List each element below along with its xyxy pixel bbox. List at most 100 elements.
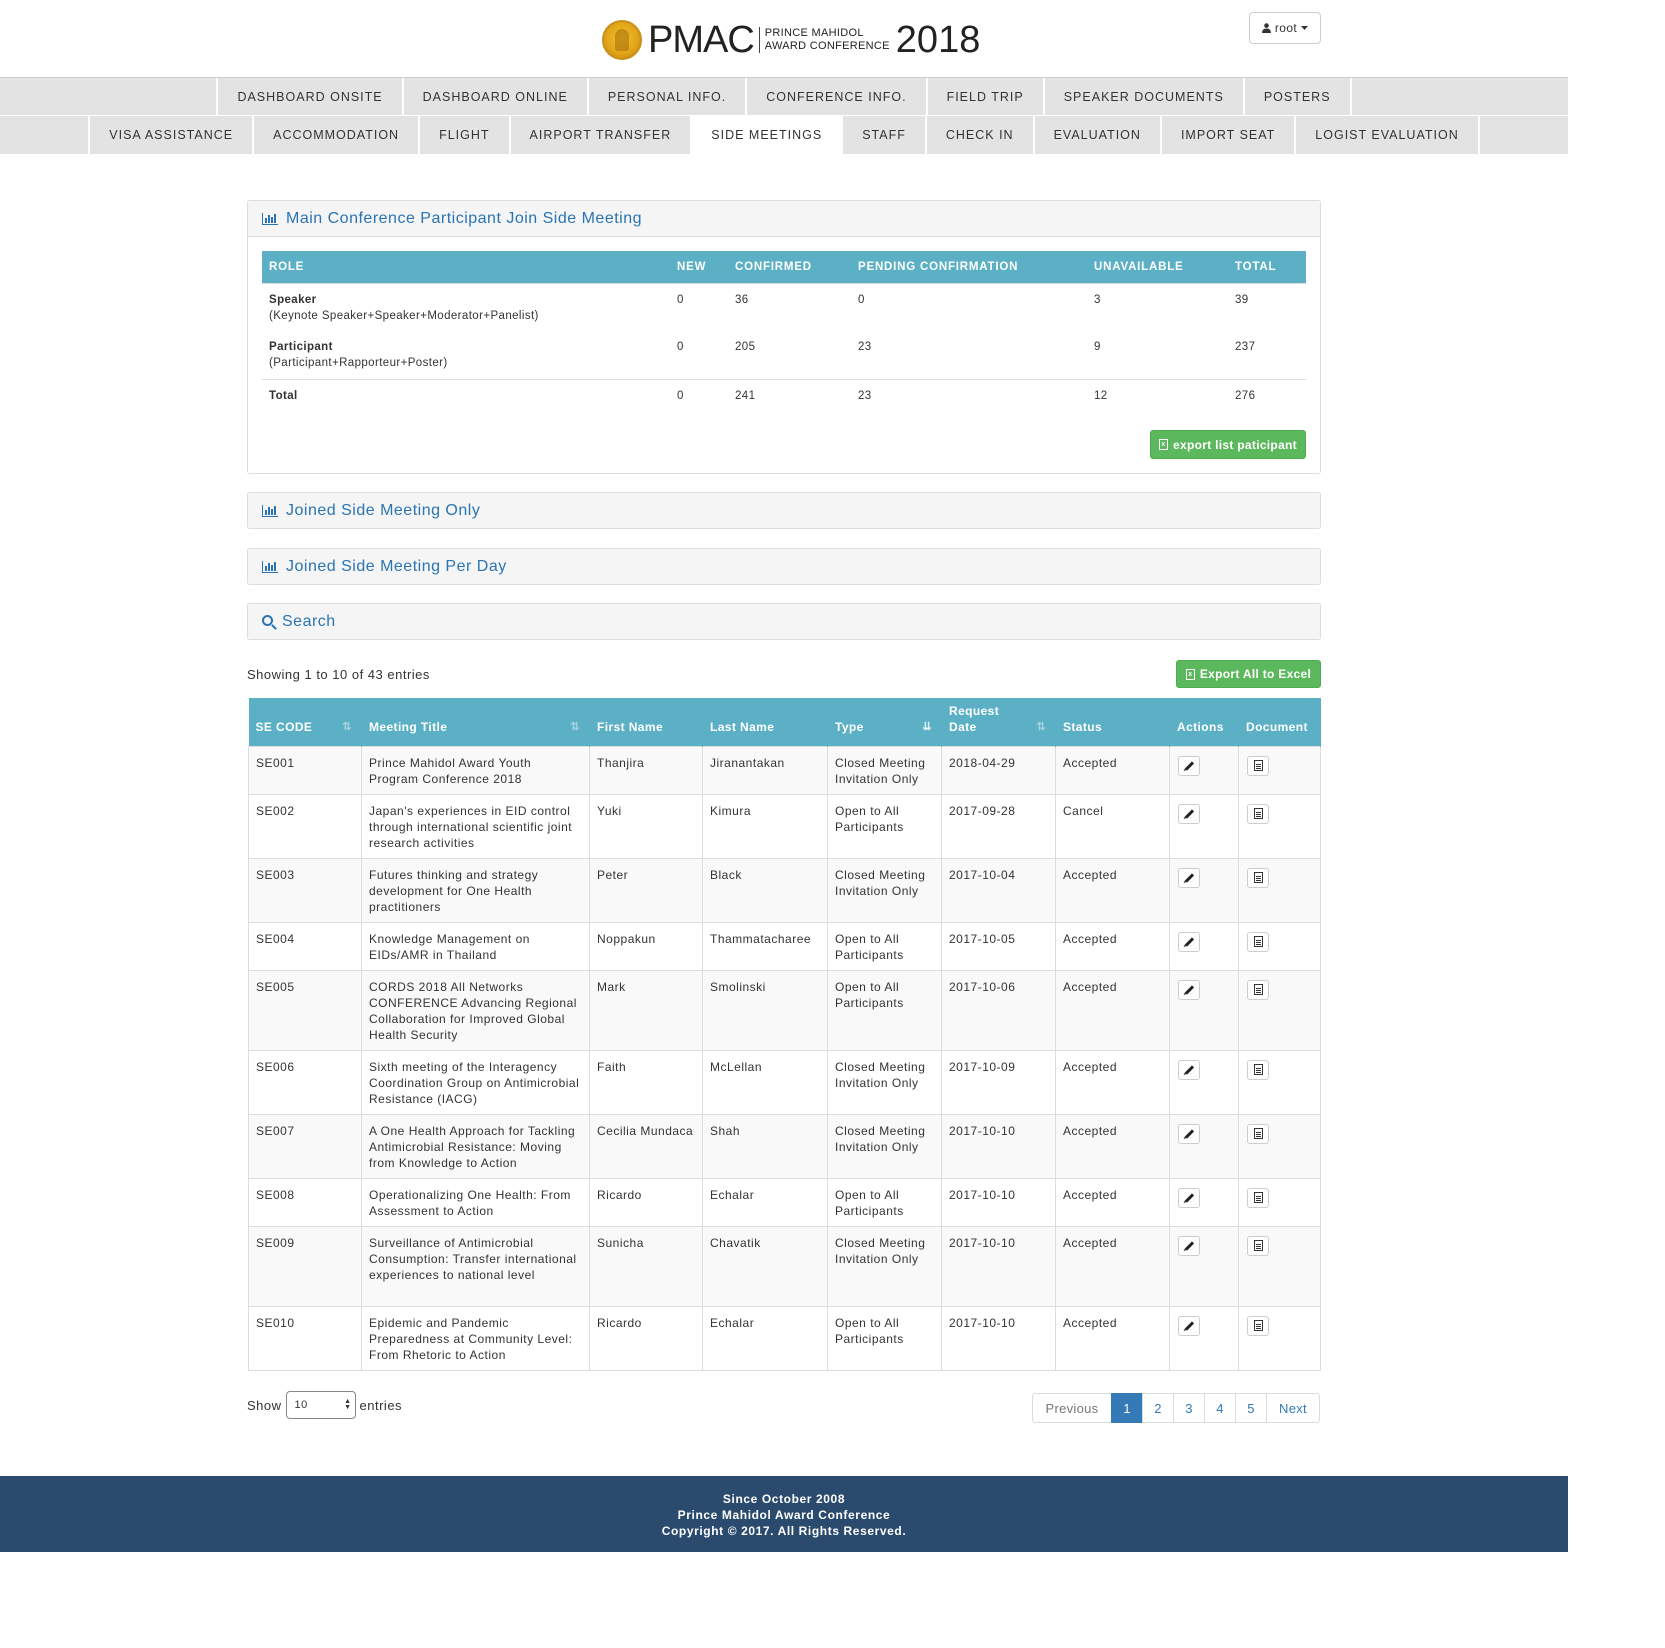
table-row: SE002 Japan's experiences in EID control … [248,793,1321,859]
cell-code: SE002 [248,793,362,859]
cell-actions [1169,921,1239,971]
search-panel[interactable]: Search [247,603,1321,640]
page-length-select[interactable]: 10 ▲ ▼ [285,1391,356,1419]
edit-button[interactable] [1178,1315,1200,1336]
cell-status: Cancel [1055,793,1170,859]
summary-pending-cell: 23 [851,378,1087,427]
th-se-code[interactable]: SE CODE ⇅ [248,698,362,746]
th-se-code-label: SE CODE [255,719,313,734]
nav-item-personal-info[interactable]: PERSONAL INFO. [586,78,745,116]
nav-item-import-seat[interactable]: IMPORT SEAT [1159,116,1294,154]
nav-item-field-trip[interactable]: FIELD TRIP [925,78,1043,116]
nav-item-staff[interactable]: STAFF [841,116,925,154]
document-button[interactable] [1247,1187,1269,1208]
edit-button[interactable] [1178,979,1200,1000]
search-title: Search [282,612,336,630]
document-button[interactable] [1247,1235,1269,1256]
edit-button[interactable] [1178,1235,1200,1256]
export-all-excel-button[interactable]: x Export All to Excel [1176,660,1321,688]
nav-item-speaker-documents[interactable]: SPEAKER DOCUMENTS [1042,78,1243,116]
document-button[interactable] [1247,979,1269,1000]
summary-row: Participant (Participant+Rapporteur+Poste… [262,331,1306,379]
search-panel-header[interactable]: Search [248,604,1320,639]
col-confirmed: CONFIRMED [728,251,851,283]
cell-status: Accepted [1055,1225,1170,1307]
cell-code: SE010 [248,1305,362,1371]
joined-only-panel-header[interactable]: Joined Side Meeting Only [248,493,1320,528]
per-day-panel[interactable]: Joined Side Meeting Per Day [247,548,1321,585]
document-button[interactable] [1247,867,1269,888]
th-first-name[interactable]: First Name [589,698,703,746]
user-menu-button[interactable]: root [1249,12,1321,44]
nav-item-evaluation[interactable]: EVALUATION [1032,116,1160,154]
document-button[interactable] [1247,931,1269,952]
nav-item-logist-evaluation[interactable]: LOGIST EVALUATION [1294,116,1480,154]
nav-item-posters[interactable]: POSTERS [1242,78,1352,116]
nav-item-visa-assistance[interactable]: VISA ASSISTANCE [88,116,252,154]
document-button[interactable] [1247,1123,1269,1144]
nav-item-conference-info[interactable]: CONFERENCE INFO. [745,78,925,116]
edit-button[interactable] [1178,803,1200,824]
document-button[interactable] [1247,803,1269,824]
cell-code: SE006 [248,1049,362,1115]
cell-last: Thammatacharee [702,921,828,971]
pagination-page-1[interactable]: 1 [1111,1393,1143,1423]
document-button[interactable] [1247,1059,1269,1080]
pagination-previous[interactable]: Previous [1032,1393,1112,1423]
summary-role-detail: (Keynote Speaker+Speaker+Moderator+Panel… [269,309,539,322]
cell-document [1238,921,1321,971]
document-icon [1253,1320,1263,1331]
pagination-page-5[interactable]: 5 [1235,1393,1267,1423]
nav-item-dashboard-onsite[interactable]: DASHBOARD ONSITE [216,78,401,116]
document-button[interactable] [1247,755,1269,776]
logo-subtitle-line1: PRINCE MAHIDOL [764,27,864,39]
cell-status: Accepted [1055,1305,1170,1371]
th-status[interactable]: Status [1055,698,1170,746]
cell-date: 2017-10-10 [941,1305,1056,1371]
cell-first: Mark [589,969,703,1051]
summary-confirmed-cell: 241 [728,378,851,427]
edit-button[interactable] [1178,1123,1200,1144]
pagination-page-3[interactable]: 3 [1173,1393,1205,1423]
th-document: Document [1238,698,1321,746]
pagination-page-2[interactable]: 2 [1142,1393,1174,1423]
th-last-name[interactable]: Last Name [702,698,828,746]
cell-first: Thanjira [589,745,703,795]
edit-button[interactable] [1178,867,1200,888]
edit-button[interactable] [1178,1059,1200,1080]
nav-item-check-in[interactable]: CHECK IN [924,116,1033,154]
caret-down-icon [1301,26,1309,30]
logo-text: PMAC [648,19,755,61]
th-type[interactable]: Type ⇊ [827,698,942,746]
nav-item-dashboard-online[interactable]: DASHBOARD ONLINE [401,78,587,116]
pagination-page-4[interactable]: 4 [1204,1393,1236,1423]
joined-only-panel[interactable]: Joined Side Meeting Only [247,492,1321,529]
col-unavailable: UNAVAILABLE [1087,251,1228,283]
cell-actions [1169,1177,1239,1227]
cell-code: SE003 [248,857,362,923]
summary-table: ROLE NEW CONFIRMED PENDING CONFIRMATION … [262,251,1306,427]
th-request-date[interactable]: Request Date ⇅ [941,698,1056,746]
export-list-participant-button[interactable]: x export list paticipant [1150,430,1306,459]
nav-item-flight[interactable]: FLIGHT [418,116,508,154]
document-button[interactable] [1247,1315,1269,1336]
cell-last: Smolinski [702,969,828,1051]
edit-button[interactable] [1178,931,1200,952]
edit-button[interactable] [1178,1187,1200,1208]
pencil-icon [1184,984,1194,995]
nav-item-side-meetings[interactable]: SIDE MEETINGS [690,116,842,154]
col-pending: PENDING CONFIRMATION [851,251,1087,283]
edit-button[interactable] [1178,755,1200,776]
summary-panel-header[interactable]: Main Conference Participant Join Side Me… [248,201,1320,237]
th-meeting-title[interactable]: Meeting Title ⇅ [361,698,590,746]
per-day-panel-header[interactable]: Joined Side Meeting Per Day [248,549,1320,584]
pagination-next[interactable]: Next [1266,1393,1320,1423]
nav-item-airport-transfer[interactable]: AIRPORT TRANSFER [508,116,691,154]
th-request-date-line1: Request [949,703,1000,718]
cell-document [1238,745,1321,795]
cell-date: 2017-10-10 [941,1225,1056,1307]
user-icon [1261,23,1271,33]
cell-first: Ricardo [589,1177,703,1227]
pmac-logo[interactable]: PMAC PRINCE MAHIDOL AWARD CONFERENCE 201… [602,18,980,62]
nav-item-accommodation[interactable]: ACCOMMODATION [252,116,418,154]
